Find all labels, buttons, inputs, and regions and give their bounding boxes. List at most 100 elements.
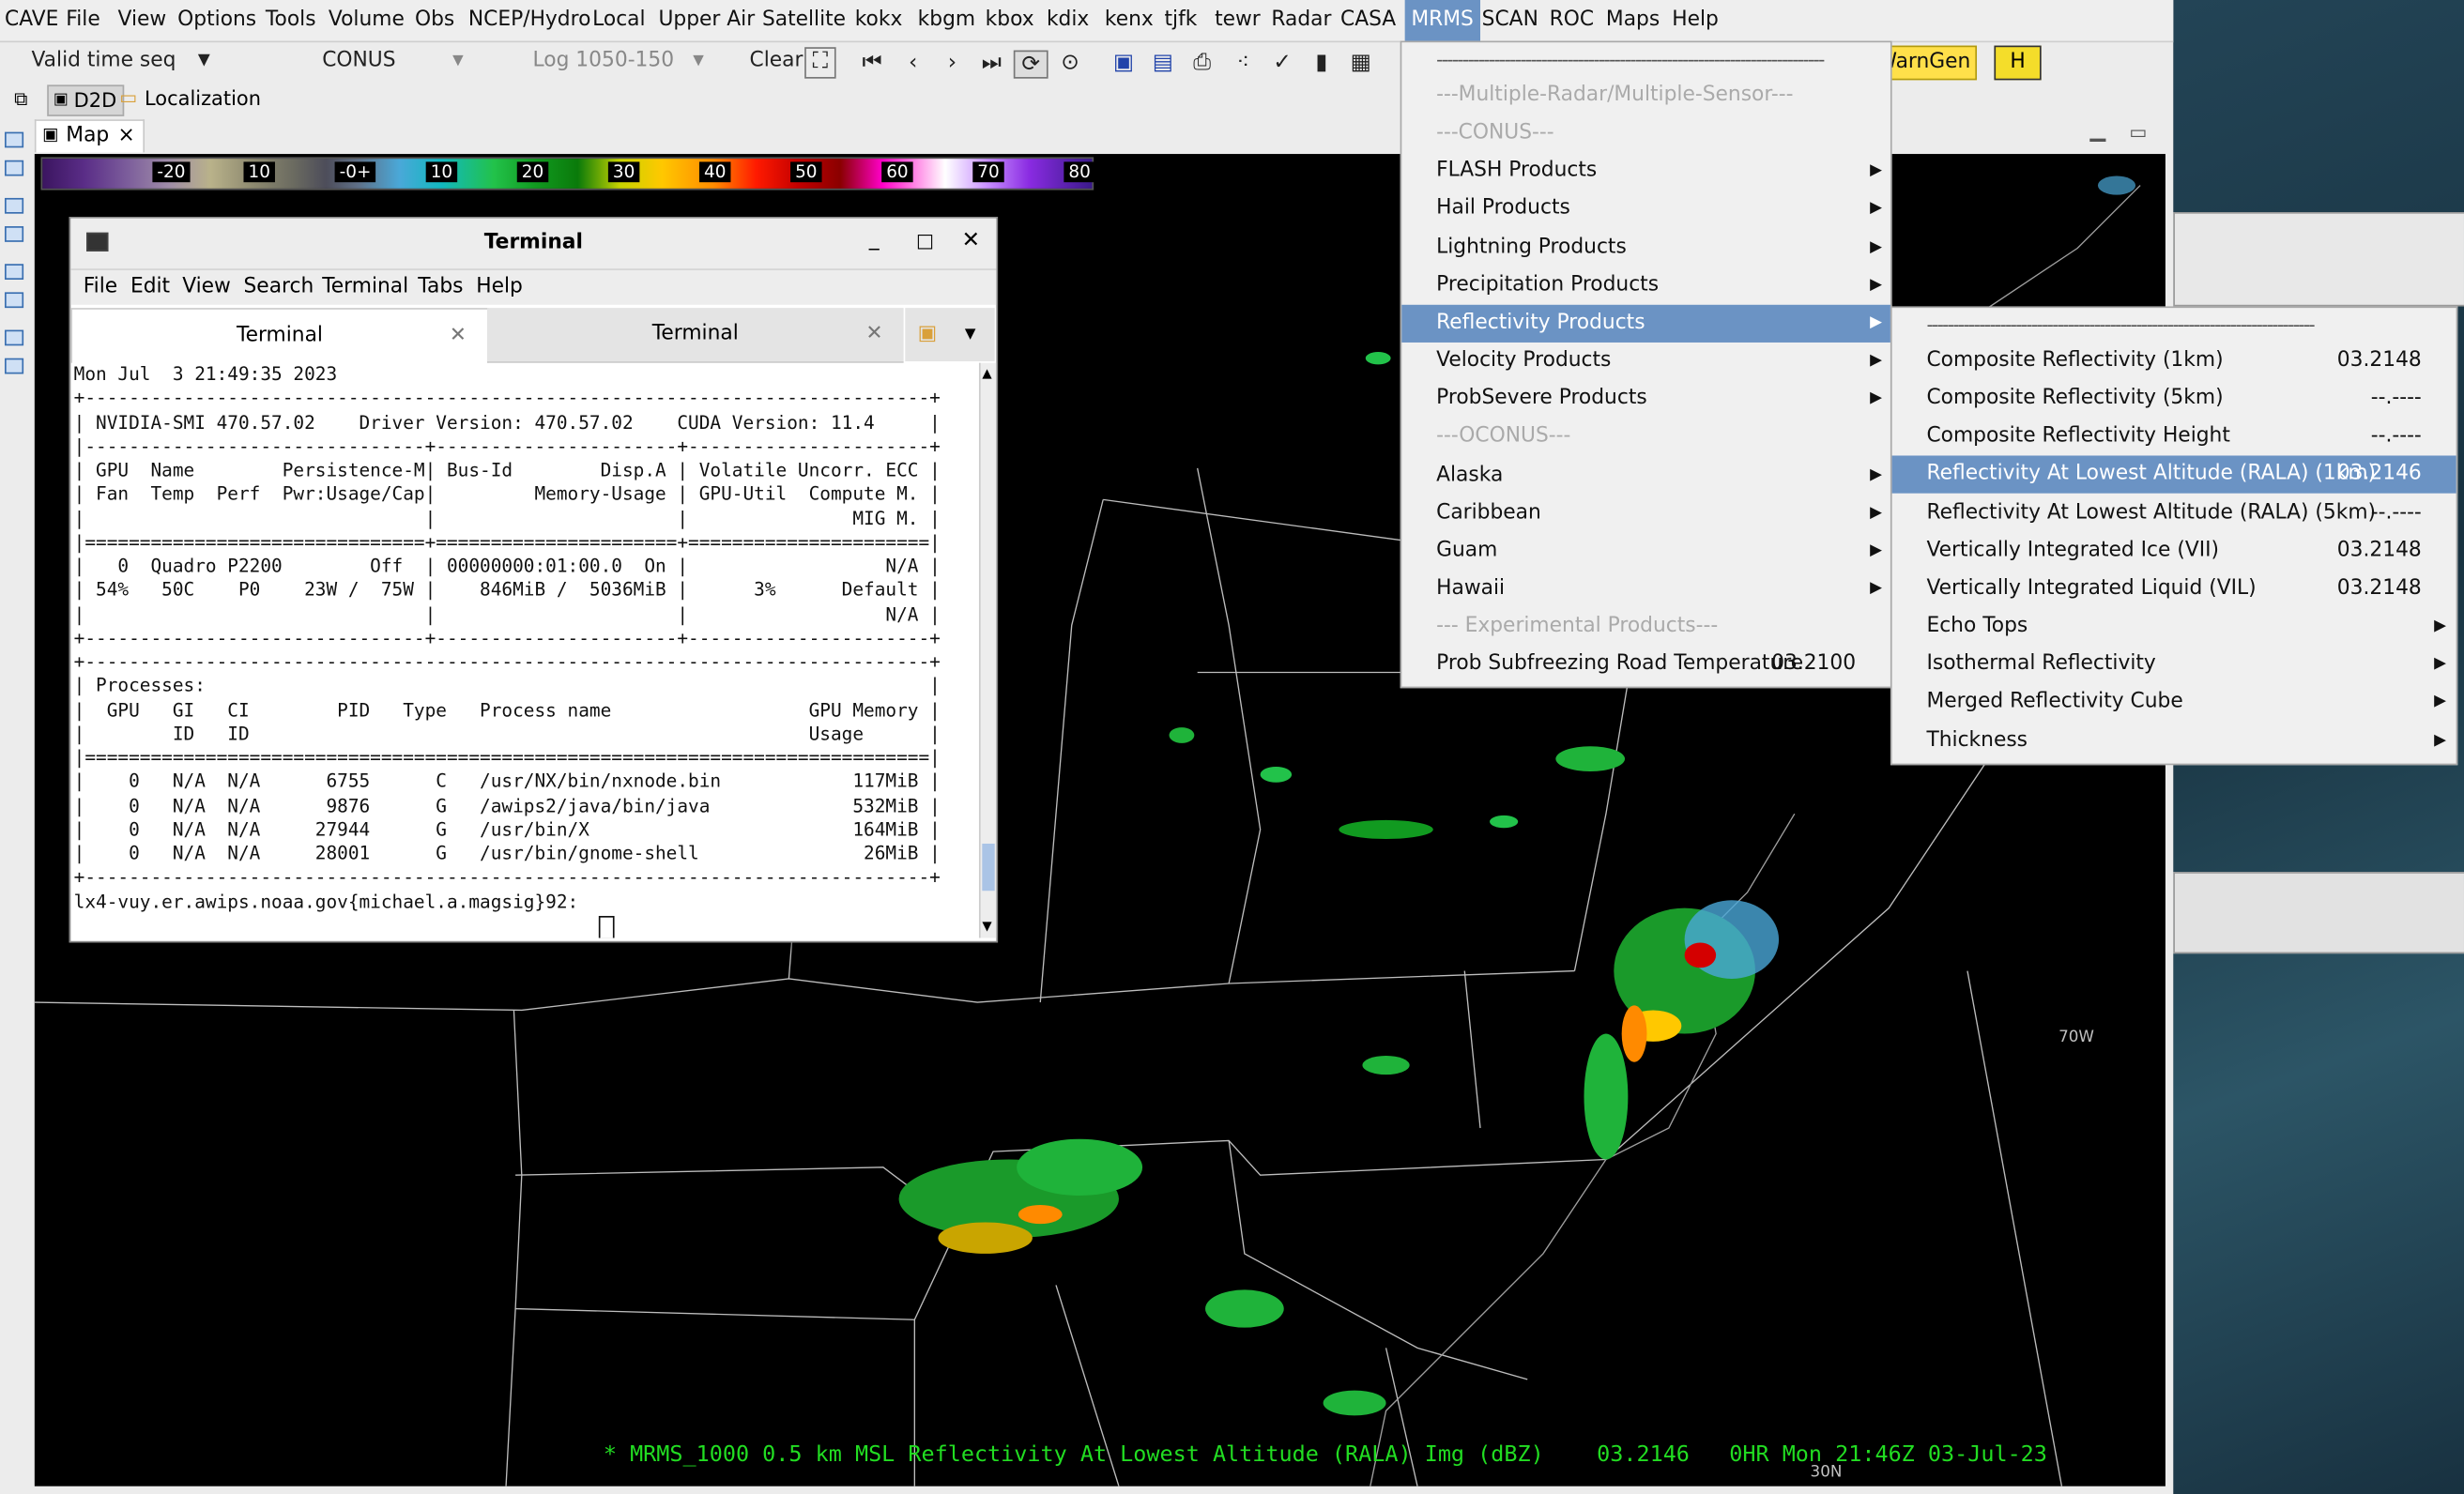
menu-item-prob-subfreezing-road-temperature[interactable]: Prob Subfreezing Road Temperature 03.2100 xyxy=(1401,646,1890,683)
menu-scan[interactable]: SCAN xyxy=(1482,8,1538,31)
menu-help[interactable]: Help xyxy=(1672,8,1719,31)
menu-roc[interactable]: ROC xyxy=(1550,8,1594,31)
menu-item-hawaii[interactable]: Hawaii ▶ xyxy=(1401,571,1890,608)
menu-item-flash-products[interactable]: FLASH Products ▶ xyxy=(1401,153,1890,191)
view-icon-4[interactable] xyxy=(5,358,24,374)
menu-local[interactable]: Local xyxy=(592,8,645,31)
menu-item-reflectivity-at-lowest-altitude-rala-5km[interactable]: Reflectivity At Lowest Altitude (RALA) (… xyxy=(1892,495,2456,532)
four-panel-icon[interactable]: ▦ xyxy=(1348,51,1373,76)
terminal-output[interactable]: Mon Jul 3 21:49:35 2023 +----------------… xyxy=(74,363,973,938)
menu-view[interactable]: View xyxy=(118,8,167,31)
perspective-localization[interactable]: Localization xyxy=(145,86,261,110)
scale-dropdown-icon[interactable]: ▼ xyxy=(452,53,464,69)
menu-casa[interactable]: CASA xyxy=(1340,8,1396,31)
loop-properties-icon[interactable]: ⊙ xyxy=(1058,51,1083,76)
new-tab-icon[interactable]: ▣ xyxy=(918,308,938,361)
menu-kbox[interactable]: kbox xyxy=(986,8,1034,31)
warngen-button[interactable]: WarnGen xyxy=(1885,45,1978,81)
menu-item-velocity-products[interactable]: Velocity Products ▶ xyxy=(1401,343,1890,380)
menu-obs[interactable]: Obs xyxy=(415,8,454,31)
terminal-menu-edit[interactable]: Edit xyxy=(130,275,170,298)
close-tab-2-icon[interactable]: ✕ xyxy=(865,308,882,361)
next-frame-icon[interactable]: › xyxy=(940,51,965,76)
capture-icon[interactable]: ▤ xyxy=(1150,51,1175,76)
loop-icon[interactable]: ⟳ xyxy=(1013,50,1048,79)
print-icon[interactable]: ⎙ xyxy=(1189,51,1215,76)
menu-options[interactable]: Options xyxy=(177,8,256,31)
menu-kenx[interactable]: kenx xyxy=(1105,8,1154,31)
clear-button[interactable]: Clear xyxy=(750,49,803,72)
menu-item-precipitation-products[interactable]: Precipitation Products ▶ xyxy=(1401,267,1890,304)
menu-kdix[interactable]: kdix xyxy=(1047,8,1089,31)
first-frame-icon[interactable]: ⏮ xyxy=(860,51,885,76)
minimize-icon[interactable]: _ xyxy=(869,228,880,252)
terminal-menu-terminal[interactable]: Terminal xyxy=(322,275,408,298)
menu-item-alaska[interactable]: Alaska ▶ xyxy=(1401,456,1890,494)
load-mode-dropdown-icon[interactable]: ▼ xyxy=(693,53,704,69)
hydro-icon[interactable]: H xyxy=(1994,45,2042,81)
menu-item-composite-reflectivity-1km[interactable]: Composite Reflectivity (1km) 03.2148 xyxy=(1892,343,2456,380)
terminal-menu-tabs[interactable]: Tabs xyxy=(418,275,463,298)
menu-kokx[interactable]: kokx xyxy=(855,8,903,31)
menu-volume[interactable]: Volume xyxy=(329,8,405,31)
menu-ncep-hydro[interactable]: NCEP/Hydro xyxy=(468,8,591,31)
load-mode-select[interactable]: Log 1050-150 xyxy=(533,49,675,72)
minimize-editor-icon[interactable]: ▁ xyxy=(2090,119,2106,143)
menu-item-thickness[interactable]: Thickness ▶ xyxy=(1892,722,2456,759)
menu-maps[interactable]: Maps xyxy=(1606,8,1660,31)
menu-item-vertically-integrated-ice-vii[interactable]: Vertically Integrated Ice (VII) 03.2148 xyxy=(1892,532,2456,570)
image-properties-icon[interactable]: ▣ xyxy=(1111,51,1137,76)
menu-item-echo-tops[interactable]: Echo Tops ▶ xyxy=(1892,608,2456,646)
menu-item-composite-reflectivity-5km[interactable]: Composite Reflectivity (5km) --.---- xyxy=(1892,380,2456,418)
menu-item-vertically-integrated-liquid-vil[interactable]: Vertically Integrated Liquid (VIL) 03.214… xyxy=(1892,571,2456,608)
tab-list-dropdown-icon[interactable]: ▼ xyxy=(965,308,976,361)
open-perspective-icon[interactable]: ⧉ xyxy=(14,88,27,112)
terminal-titlebar[interactable]: Terminal _ □ ✕ xyxy=(70,218,997,270)
menu-tewr[interactable]: tewr xyxy=(1215,8,1261,31)
fullscreen-icon[interactable]: ⛶ xyxy=(804,47,836,79)
restore-view-icon-4[interactable] xyxy=(5,329,24,346)
menu-item-guam[interactable]: Guam ▶ xyxy=(1401,532,1890,570)
menu-file[interactable]: File xyxy=(66,8,99,31)
scroll-up-icon[interactable]: ▲ xyxy=(982,366,991,380)
terminal-tab-2[interactable]: Terminal ✕ xyxy=(486,308,904,363)
menu-radar[interactable]: Radar xyxy=(1271,8,1331,31)
terminal-menu-search[interactable]: Search xyxy=(243,275,314,298)
scale-select[interactable]: CONUS xyxy=(322,49,395,72)
time-mode-dropdown-icon[interactable]: ▼ xyxy=(198,52,210,69)
menu-item-caribbean[interactable]: Caribbean ▶ xyxy=(1401,495,1890,532)
close-map-tab-icon[interactable]: × xyxy=(118,124,135,147)
menu-item-merged-reflectivity-cube[interactable]: Merged Reflectivity Cube ▶ xyxy=(1892,684,2456,722)
menu-item-isothermal-reflectivity[interactable]: Isothermal Reflectivity ▶ xyxy=(1892,646,2456,683)
terminal-menu-file[interactable]: File xyxy=(84,275,117,298)
menu-item-probsevere-products[interactable]: ProbSevere Products ▶ xyxy=(1401,380,1890,418)
menu-upper-air[interactable]: Upper Air xyxy=(658,8,755,31)
time-mode-select[interactable]: Valid time seq xyxy=(31,49,176,72)
menu-item-hail-products[interactable]: Hail Products ▶ xyxy=(1401,191,1890,228)
terminal-scrollbar[interactable]: ▲ ▼ xyxy=(978,362,997,938)
sample-icon[interactable]: ⁖ xyxy=(1231,51,1256,76)
menu-item-lightning-products[interactable]: Lightning Products ▶ xyxy=(1401,229,1890,267)
menu-tjfk[interactable]: tjfk xyxy=(1165,8,1198,31)
menu-tools[interactable]: Tools xyxy=(266,8,316,31)
maximize-editor-icon[interactable]: ▭ xyxy=(2129,121,2147,143)
view-icon-3[interactable] xyxy=(5,292,24,309)
restore-view-icon[interactable] xyxy=(5,131,24,148)
maximize-icon[interactable]: □ xyxy=(916,229,934,251)
menu-satellite[interactable]: Satellite xyxy=(762,8,846,31)
menu-cave[interactable]: CAVE xyxy=(5,8,58,31)
draw-icon[interactable]: ✓ xyxy=(1270,51,1295,76)
menu-item-reflectivity-products[interactable]: Reflectivity Products ▶ xyxy=(1401,304,1890,343)
menu-item-composite-reflectivity-height[interactable]: Composite Reflectivity Height --.---- xyxy=(1892,419,2456,456)
restore-view-icon-2[interactable] xyxy=(5,197,24,214)
view-icon-2[interactable] xyxy=(5,226,24,242)
terminal-menu-view[interactable]: View xyxy=(182,275,231,298)
restore-view-icon-3[interactable] xyxy=(5,264,24,280)
perspective-d2d[interactable]: ▣ D2D xyxy=(47,84,125,116)
terminal-menu-help[interactable]: Help xyxy=(476,275,523,298)
close-tab-1-icon[interactable]: ✕ xyxy=(450,310,467,363)
single-panel-icon[interactable]: ▮ xyxy=(1309,51,1335,76)
tab-map[interactable]: ▣ Map × xyxy=(34,119,145,153)
terminal-tab-1[interactable]: Terminal ✕ xyxy=(70,308,489,363)
last-frame-icon[interactable]: ⏭ xyxy=(979,51,1004,76)
